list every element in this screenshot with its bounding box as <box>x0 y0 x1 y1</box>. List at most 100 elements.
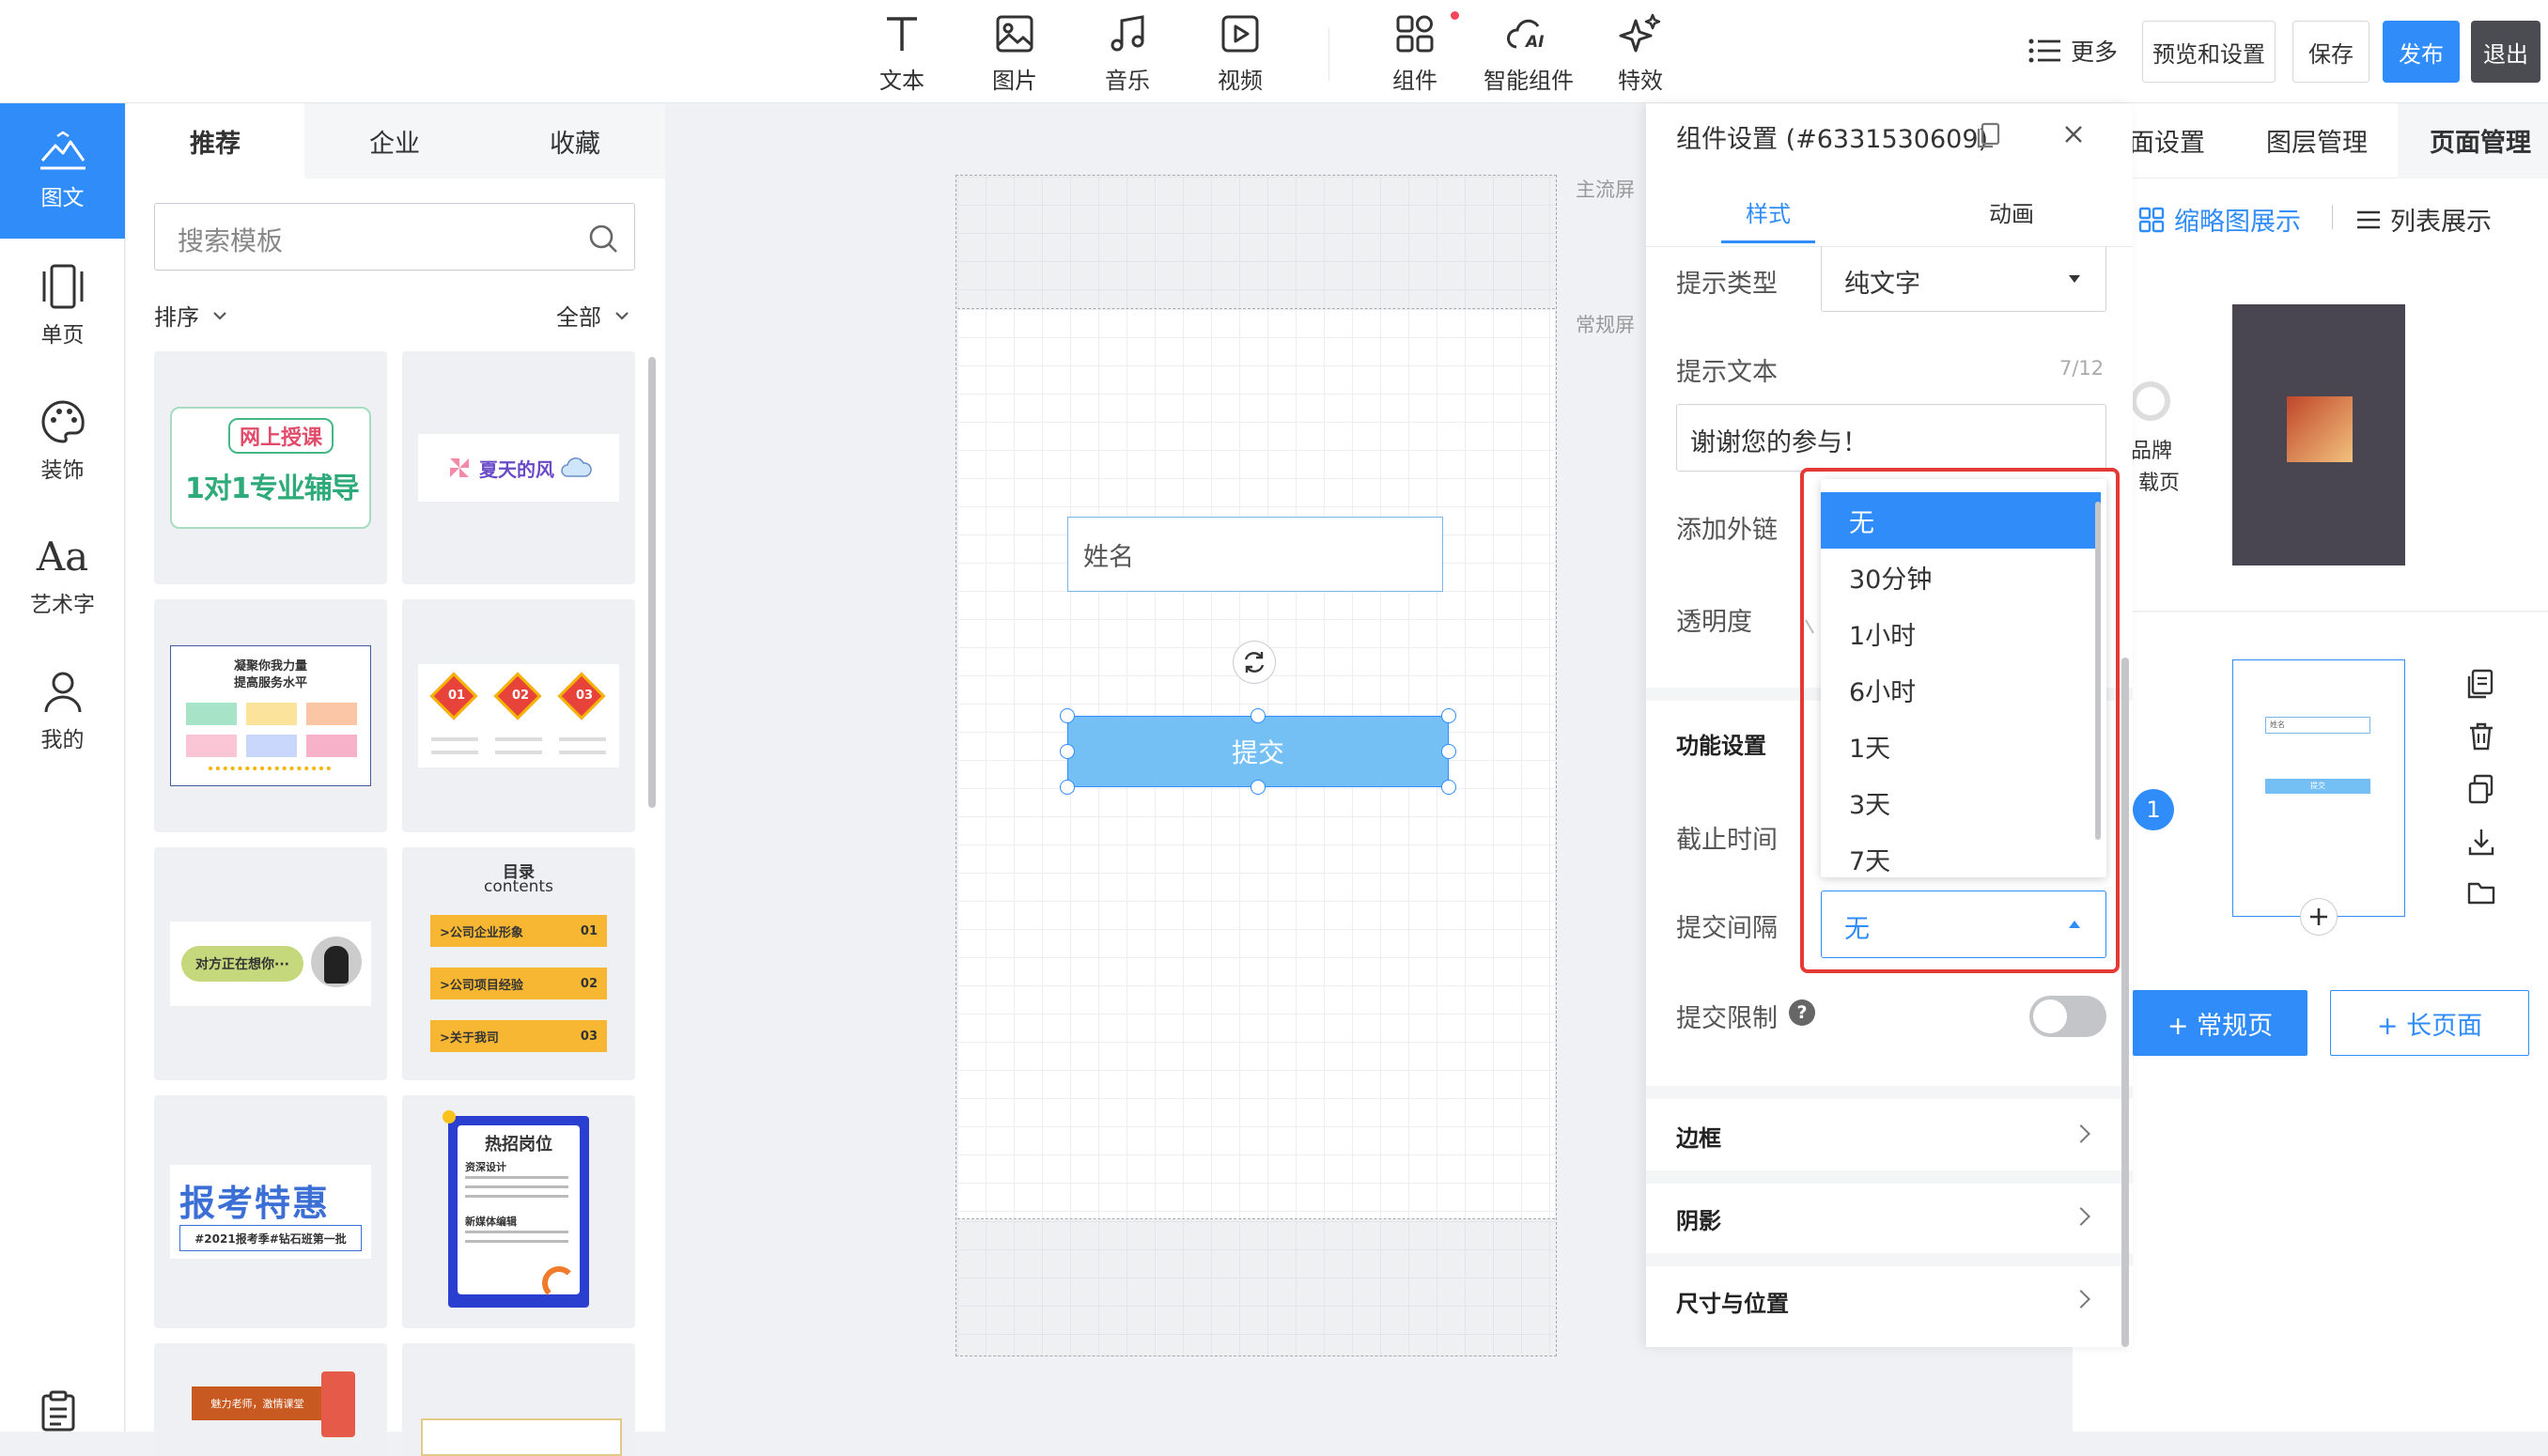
resize-handle[interactable] <box>1060 744 1075 759</box>
border-section-toggle[interactable]: 边框 <box>1646 1099 2133 1170</box>
template-thumb[interactable]: 目录 contents >公司企业形象 01 >公司项目经验 02 >关于我司 03 <box>402 847 635 1080</box>
tab-page-manager[interactable]: 页面管理 <box>2430 122 2531 159</box>
ai-component-tool-button[interactable]: AI 智能组件 <box>1471 9 1586 96</box>
tool-label: 特效 <box>1618 68 1663 94</box>
hint-type-label: 提示类型 <box>1676 270 1778 299</box>
add-normal-page-button[interactable]: + 常规页 <box>2133 990 2307 1056</box>
dropdown-scrollbar[interactable] <box>2095 502 2101 840</box>
list-view-toggle[interactable]: 列表展示 <box>2356 201 2492 238</box>
template-thumb[interactable]: 魅力老师，激情课堂 <box>154 1343 387 1456</box>
tab-layer-manager[interactable]: 图层管理 <box>2266 122 2368 159</box>
trash-icon[interactable] <box>2467 721 2495 751</box>
tab-animation[interactable]: 动画 <box>1890 178 2133 244</box>
settings-scrollbar[interactable] <box>2121 658 2129 1347</box>
resize-handle[interactable] <box>1060 780 1075 795</box>
submit-limit-label: 提交限制 <box>1676 1004 1778 1033</box>
more-label: 更多 <box>2071 39 2119 66</box>
dropdown-option-30min[interactable]: 30分钟 <box>1821 549 2101 605</box>
template-thumb[interactable]: 网上授课 1对1专业辅导 <box>154 351 387 584</box>
video-icon <box>1220 9 1261 58</box>
duplicate-icon[interactable] <box>2467 774 2495 804</box>
tab-page-settings[interactable]: 面设置 <box>2129 122 2205 159</box>
hint-type-select[interactable]: 纯文字 <box>1821 246 2106 312</box>
nav-item-decoration[interactable]: 装饰 <box>0 374 125 509</box>
template-thumb[interactable]: 夏天的风 <box>402 351 635 584</box>
add-page-inline-button[interactable] <box>2300 898 2338 936</box>
resize-handle[interactable] <box>1441 744 1456 759</box>
close-icon[interactable] <box>2063 124 2084 145</box>
template-thumb[interactable]: 对方正在想你··· <box>154 847 387 1080</box>
image-icon <box>994 9 1035 58</box>
add-long-page-button[interactable]: + 长页面 <box>2330 990 2529 1056</box>
component-tool-button[interactable]: 组件 <box>1359 9 1471 96</box>
size-position-section-toggle[interactable]: 尺寸与位置 <box>1646 1266 2133 1336</box>
template-thumb[interactable]: 报考特惠 #2021报考季#钻石班第一批 <box>154 1095 387 1328</box>
search-icon[interactable] <box>587 223 619 255</box>
nav-item-single-page[interactable]: 单页 <box>0 239 125 374</box>
submit-button[interactable]: 提交 <box>1067 716 1449 787</box>
tab-recommend[interactable]: 推荐 <box>126 103 304 178</box>
interval-select[interactable]: 无 <box>1821 891 2106 958</box>
shadow-section-toggle[interactable]: 阴影 <box>1646 1184 2133 1253</box>
template-thumb[interactable]: 凝聚你我力量 提高服务水平 <box>154 599 387 832</box>
help-icon[interactable]: ? <box>1789 999 1815 1026</box>
grid-icon <box>2138 207 2165 232</box>
hint-text-input[interactable]: 谢谢您的参与！ <box>1676 404 2106 472</box>
opacity-label: 透明度 <box>1676 608 1752 637</box>
dropdown-option-1d[interactable]: 1天 <box>1821 718 2101 774</box>
more-button[interactable]: 更多 <box>2028 34 2118 68</box>
music-tool-button[interactable]: 音乐 <box>1071 9 1184 96</box>
dropdown-option-7d[interactable]: 7天 <box>1821 830 2101 877</box>
resize-handle[interactable] <box>1251 780 1266 795</box>
tab-enterprise[interactable]: 企业 <box>304 103 485 178</box>
exit-button[interactable]: 退出 <box>2471 21 2540 83</box>
cloud-icon <box>561 457 592 477</box>
dropdown-option-1h[interactable]: 1小时 <box>1821 605 2101 661</box>
tab-favorites[interactable]: 收藏 <box>485 103 665 178</box>
resize-handle[interactable] <box>1441 708 1456 723</box>
publish-button[interactable]: 发布 <box>2383 21 2460 83</box>
resize-handle[interactable] <box>1441 780 1456 795</box>
effects-tool-button[interactable]: 特效 <box>1584 9 1697 96</box>
copy-id-icon[interactable] <box>1977 122 2001 148</box>
download-icon[interactable] <box>2467 827 2495 857</box>
clipboard-icon[interactable] <box>39 1390 77 1432</box>
template-search[interactable]: 搜索模板 <box>154 203 635 271</box>
image-tool-button[interactable]: 图片 <box>958 9 1071 96</box>
dropdown-option-none[interactable]: 无 <box>1821 492 2101 549</box>
dropdown-option-6h[interactable]: 6小时 <box>1821 661 2101 718</box>
preview-settings-button[interactable]: 预览和设置 <box>2142 21 2276 83</box>
shadow-heading: 阴影 <box>1676 1208 1721 1234</box>
effects-icon <box>1619 9 1662 58</box>
name-field-placeholder: 姓名 <box>1083 543 1134 572</box>
text-tool-button[interactable]: 文本 <box>846 9 958 96</box>
video-tool-button[interactable]: 视频 <box>1184 9 1297 96</box>
resize-handle[interactable] <box>1251 708 1266 723</box>
nav-item-art-text[interactable]: Aa 艺术字 <box>0 509 125 644</box>
save-button[interactable]: 保存 <box>2292 21 2369 83</box>
template-thumb[interactable]: 01 02 03 <box>402 599 635 832</box>
deadline-label: 截止时间 <box>1676 826 1778 855</box>
brand-page-thumb[interactable] <box>2232 304 2405 565</box>
name-field[interactable]: 姓名 <box>1067 517 1443 592</box>
nav-label: 我的 <box>40 728 85 752</box>
sort-dropdown[interactable]: 排序 <box>154 299 227 332</box>
page-manager-panel: 面设置 图层管理 页面管理 缩略图展示 列表展示 品牌 载页 1 姓名 提交 +… <box>2073 103 2548 1432</box>
nav-item-mine[interactable]: 我的 <box>0 644 125 780</box>
folder-icon[interactable] <box>2467 879 2495 906</box>
template-thumb[interactable] <box>402 1343 635 1456</box>
filter-dropdown[interactable]: 全部 <box>556 299 629 332</box>
interval-label: 提交间隔 <box>1676 914 1778 943</box>
resize-handle[interactable] <box>1060 708 1075 723</box>
nav-item-graphics[interactable]: 图文 <box>0 103 125 239</box>
template-thumb[interactable]: 热招岗位 资深设计 新媒体编辑 <box>402 1095 635 1328</box>
template-scrollbar[interactable] <box>648 357 656 808</box>
page-thumb[interactable]: 姓名 提交 <box>2232 659 2405 917</box>
rotate-handle[interactable] <box>1233 641 1276 684</box>
copy-icon[interactable] <box>2467 669 2495 699</box>
thumbnail-view-toggle[interactable]: 缩略图展示 <box>2138 201 2301 238</box>
dropdown-option-3d[interactable]: 3天 <box>1821 774 2101 830</box>
submit-limit-toggle[interactable] <box>2029 996 2106 1037</box>
function-settings-heading: 功能设置 <box>1676 733 1766 759</box>
tab-style[interactable]: 样式 <box>1646 178 1890 244</box>
